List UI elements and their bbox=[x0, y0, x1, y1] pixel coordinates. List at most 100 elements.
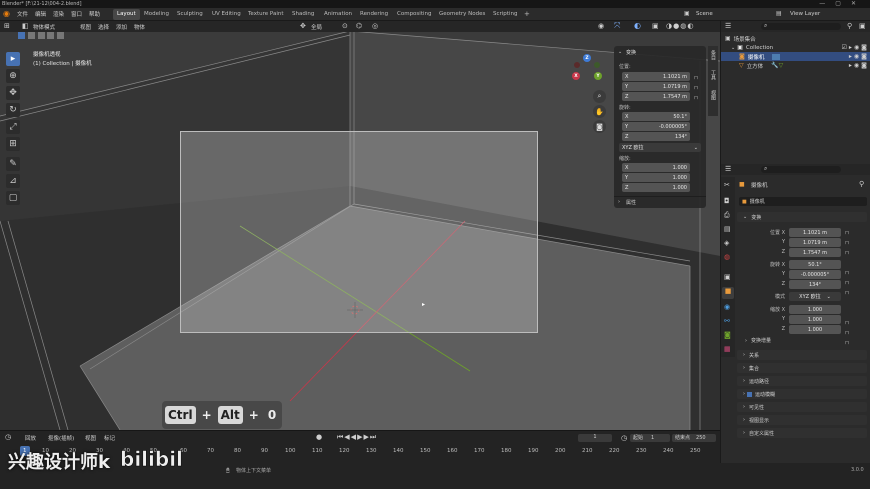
view-layer-name[interactable]: View Layer bbox=[790, 11, 820, 17]
scene-icon[interactable]: ▣ bbox=[684, 10, 690, 17]
relations-panel[interactable]: › 关系 bbox=[737, 350, 867, 360]
render-tab-icon[interactable]: ◘ bbox=[724, 197, 730, 205]
tab-rendering[interactable]: Rendering bbox=[356, 9, 392, 20]
outliner-item-camera[interactable]: ◙ 摄像机 ▸◉◙ bbox=[721, 52, 870, 61]
tab-sculpting[interactable]: Sculpting bbox=[173, 9, 207, 20]
chevron-down-icon[interactable]: ⌄ bbox=[618, 49, 622, 55]
vp-menu-select[interactable]: 选择 bbox=[98, 23, 109, 31]
tab-tool[interactable]: 工具 bbox=[710, 70, 717, 80]
new-collection-icon[interactable]: ▣ bbox=[859, 22, 866, 30]
viewport-3d[interactable]: ▸ 摄像机透视 (1) Collection | 摄像机 bbox=[0, 21, 720, 430]
location-y-field[interactable]: 1.0719 m bbox=[789, 238, 841, 247]
menu-file[interactable]: 文件 bbox=[17, 10, 28, 18]
np-section-title[interactable]: 变换 bbox=[626, 49, 636, 56]
select-new-icon[interactable] bbox=[18, 32, 25, 39]
np-rotation-mode[interactable]: XYZ 欧拉 ⌄ bbox=[619, 143, 701, 152]
np-properties-header[interactable]: 属性 bbox=[626, 199, 636, 206]
scale-y-field[interactable]: 1.000 bbox=[789, 315, 841, 324]
np-location-y[interactable]: Y 1.0719 m bbox=[622, 82, 690, 91]
scale-z-field[interactable]: 1.000 bbox=[789, 325, 841, 334]
navigation-gizmo[interactable]: Z Y X bbox=[570, 50, 610, 86]
move-tool-icon[interactable]: ✥ bbox=[6, 86, 20, 100]
properties-search-input[interactable]: ⌕ bbox=[761, 165, 841, 173]
gizmo-neg-y-icon[interactable] bbox=[594, 62, 600, 68]
menu-edit[interactable]: 编辑 bbox=[35, 10, 46, 18]
select-intersect-icon[interactable] bbox=[57, 32, 64, 39]
view-layer-icon[interactable]: ▤ bbox=[776, 10, 782, 17]
rotation-y-field[interactable]: -0.000005° bbox=[789, 270, 841, 279]
filter-icon[interactable]: ⚲ bbox=[847, 22, 852, 30]
output-tab-icon[interactable]: ⎙ bbox=[724, 211, 730, 220]
collections-panel[interactable]: › 集合 bbox=[737, 363, 867, 373]
tab-compositing[interactable]: Compositing bbox=[393, 9, 435, 20]
orientation-dropdown[interactable]: 全局 bbox=[311, 23, 322, 31]
motion-blur-panel[interactable]: › 运动模糊 bbox=[737, 389, 867, 399]
gizmo-z-icon[interactable]: Z bbox=[583, 54, 591, 62]
shading-modes-icon[interactable]: ◑●◍◐ bbox=[666, 22, 694, 30]
gizmo-toggle-icon[interactable]: ⤧ bbox=[614, 21, 620, 31]
object-name-field[interactable]: ■ 摄像机 bbox=[739, 197, 867, 206]
tab-animation[interactable]: Animation bbox=[320, 9, 356, 20]
tab-view[interactable]: 视图 bbox=[710, 90, 717, 100]
overlay-toggle-icon[interactable]: ◐ bbox=[634, 21, 641, 30]
add-cube-tool-icon[interactable]: ▢ bbox=[6, 191, 20, 205]
tab-layout[interactable]: Layout bbox=[113, 9, 140, 20]
cursor-tool-icon[interactable]: ⊕ bbox=[6, 69, 20, 83]
transform-tool-icon[interactable]: ⊞ bbox=[6, 137, 20, 151]
view-layer-tab-icon[interactable]: ▤ bbox=[724, 225, 731, 233]
rotate-tool-icon[interactable]: ↻ bbox=[6, 103, 20, 117]
row-toggles-icon[interactable]: ☑▸◉◙ bbox=[842, 44, 869, 51]
np-scale-x[interactable]: X 1.000 bbox=[622, 163, 690, 172]
chevron-right-icon[interactable]: › bbox=[618, 199, 620, 205]
camera-view-icon[interactable]: ◙ bbox=[593, 120, 606, 133]
tab-modeling[interactable]: Modeling bbox=[140, 9, 173, 20]
vp-menu-add[interactable]: 添加 bbox=[116, 23, 127, 31]
scene-name[interactable]: Scene bbox=[696, 11, 713, 17]
constraints-tab-icon[interactable]: ⚯ bbox=[724, 317, 730, 325]
world-tab-icon[interactable]: ◍ bbox=[724, 253, 730, 261]
scene-tab-icon[interactable]: ◈ bbox=[724, 239, 729, 247]
location-x-field[interactable]: 1.1021 m bbox=[789, 228, 841, 237]
annotate-tool-icon[interactable]: ✎ bbox=[6, 157, 20, 171]
select-subtract-icon[interactable] bbox=[37, 32, 45, 39]
outliner-scene-collection[interactable]: ▣ 场景集合 bbox=[725, 34, 869, 43]
select-extend-icon[interactable] bbox=[27, 32, 35, 39]
add-workspace-icon[interactable]: + bbox=[524, 10, 530, 18]
data-tab-icon[interactable]: ◙ bbox=[724, 331, 731, 339]
tab-texture-paint[interactable]: Texture Paint bbox=[244, 9, 288, 20]
record-icon[interactable]: ● bbox=[316, 433, 322, 441]
snap-icon[interactable]: ⌬ bbox=[356, 22, 362, 30]
rotation-z-field[interactable]: 134° bbox=[789, 280, 841, 289]
end-frame-field[interactable]: 结束点 250 bbox=[672, 434, 716, 442]
gizmo-y-icon[interactable]: Y bbox=[594, 72, 602, 80]
location-z-field[interactable]: 1.7547 m bbox=[789, 248, 841, 257]
checkbox-icon[interactable] bbox=[747, 391, 752, 397]
editor-type-icon[interactable]: ⊞ bbox=[4, 22, 10, 30]
pan-hand-icon[interactable]: ✋ bbox=[593, 105, 606, 118]
pin-icon[interactable]: ⚲ bbox=[859, 180, 864, 188]
vp-menu-object[interactable]: 物体 bbox=[134, 23, 145, 31]
vp-menu-view[interactable]: 视图 bbox=[80, 23, 91, 31]
scale-x-field[interactable]: 1.000 bbox=[789, 305, 841, 314]
stopwatch-icon[interactable]: ◷ bbox=[621, 434, 627, 442]
select-mode-buttons[interactable] bbox=[18, 32, 78, 42]
blender-logo-icon[interactable]: ◉ bbox=[3, 9, 10, 18]
motion-paths-panel[interactable]: › 运动路径 bbox=[737, 376, 867, 386]
object-mode-icon[interactable]: ◧ bbox=[22, 22, 29, 30]
outliner-editor-icon[interactable]: ☰ bbox=[725, 22, 731, 30]
outliner-search-input[interactable]: ⌕ bbox=[761, 22, 841, 30]
xray-icon[interactable]: ▣ bbox=[652, 22, 659, 30]
tab-uv-editing[interactable]: UV Editing bbox=[208, 9, 245, 20]
tab-scripting[interactable]: Scripting bbox=[489, 9, 521, 20]
tab-shading[interactable]: Shading bbox=[288, 9, 318, 20]
menu-help[interactable]: 帮助 bbox=[89, 10, 100, 18]
select-tool-icon[interactable]: ▸ bbox=[6, 52, 20, 66]
current-frame-field[interactable]: 1 bbox=[578, 434, 612, 442]
np-rotation-y[interactable]: Y -0.000005° bbox=[622, 122, 690, 131]
custom-properties-panel[interactable]: › 自定义属性 bbox=[737, 428, 867, 438]
tl-menu-keying[interactable]: 抠像(插帧) bbox=[48, 434, 74, 442]
tl-menu-marker[interactable]: 标记 bbox=[104, 434, 115, 442]
np-rotation-z[interactable]: Z 134° bbox=[622, 132, 690, 141]
lock-icons[interactable]: ⊓ ⊓ ⊓ ⊓ ⊓ ⊓ ⊓ ⊓ ⊓ bbox=[845, 228, 849, 348]
menu-window[interactable]: 窗口 bbox=[71, 10, 82, 18]
